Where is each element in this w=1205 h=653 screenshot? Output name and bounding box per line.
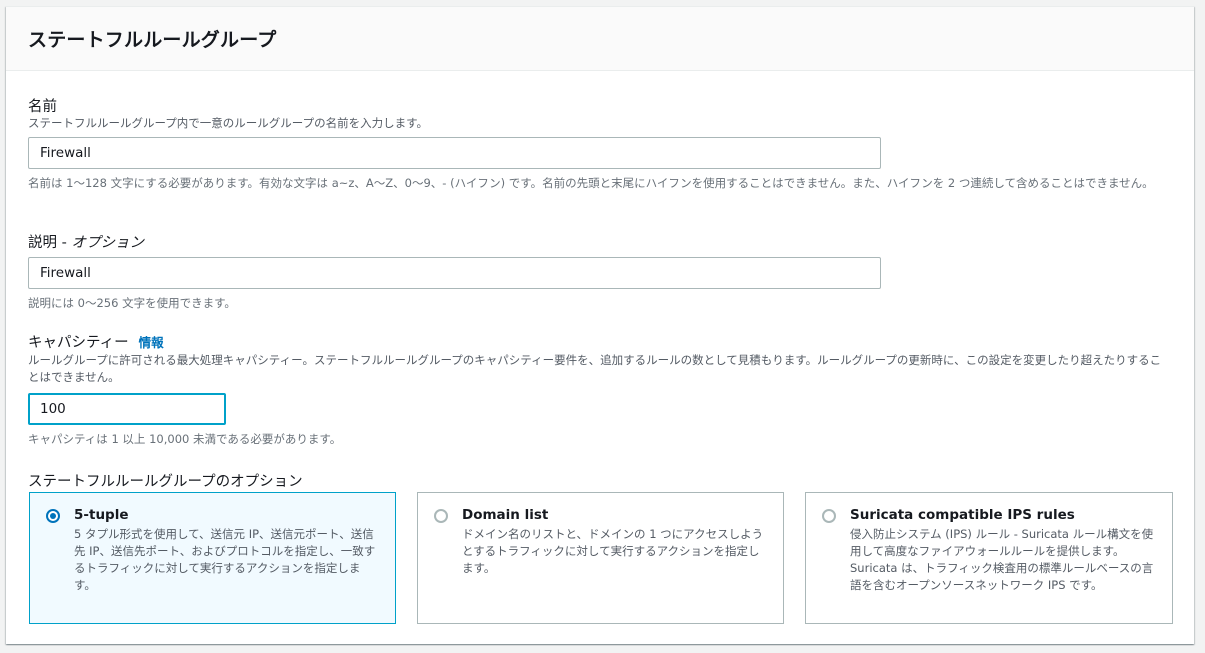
radio-5-tuple[interactable]: [46, 509, 60, 523]
option-description-suricata: 侵入防止システム (IPS) ルール - Suricata ルール構文を使用して…: [850, 527, 1154, 592]
name-input[interactable]: [28, 137, 881, 169]
option-title-suricata: Suricata compatible IPS rules: [850, 507, 1075, 523]
option-title-domain-list: Domain list: [462, 507, 549, 523]
option-description-5-tuple: 5 タプル形式を使用して、送信元 IP、送信元ポート、送信先 IP、送信先ポート…: [74, 527, 376, 592]
description-label-text: 説明 -: [28, 235, 72, 251]
option-tile-suricata[interactable]: Suricata compatible IPS rules 侵入防止システム (…: [805, 492, 1173, 624]
capacity-description: ルールグループに許可される最大処理キャパシティー。ステートフルルールグループのキ…: [28, 353, 1162, 384]
option-title-5-tuple: 5-tuple: [74, 507, 129, 523]
name-label: 名前: [28, 99, 57, 115]
radio-suricata[interactable]: [822, 509, 836, 523]
description-input[interactable]: [28, 257, 881, 289]
capacity-hint: キャパシティは 1 以上 10,000 未満である必要があります。: [28, 432, 342, 446]
capacity-label: キャパシティー 情報: [28, 331, 164, 352]
option-tile-domain-list[interactable]: Domain list ドメイン名のリストと、ドメインの 1 つにアクセスしよう…: [417, 492, 784, 624]
description-label: 説明 - オプション: [28, 231, 144, 252]
name-description: ステートフルルールグループ内で一意のルールグループの名前を入力します。: [28, 116, 428, 130]
radio-domain-list[interactable]: [434, 509, 448, 523]
capacity-info-link[interactable]: 情報: [139, 335, 164, 350]
options-label: ステートフルルールグループのオプション: [28, 474, 303, 490]
panel-header: ステートフルルールグループ: [6, 7, 1194, 71]
capacity-input[interactable]: [28, 393, 226, 425]
stateful-rule-group-panel: ステートフルルールグループ 名前 ステートフルルールグループ内で一意のルールグル…: [6, 6, 1194, 644]
option-tile-5-tuple[interactable]: 5-tuple 5 タプル形式を使用して、送信元 IP、送信元ポート、送信先 I…: [29, 492, 396, 624]
name-hint: 名前は 1〜128 文字にする必要があります。有効な文字は a~z、A〜Z、0〜…: [28, 176, 1154, 190]
description-optional-label: オプション: [71, 235, 144, 251]
capacity-label-text: キャパシティー: [28, 335, 129, 351]
panel-title: ステートフルルールグループ: [28, 29, 277, 51]
description-hint: 説明には 0〜256 文字を使用できます。: [28, 296, 236, 310]
option-description-domain-list: ドメイン名のリストと、ドメインの 1 つにアクセスしようとするトラフィックに対し…: [462, 527, 764, 575]
